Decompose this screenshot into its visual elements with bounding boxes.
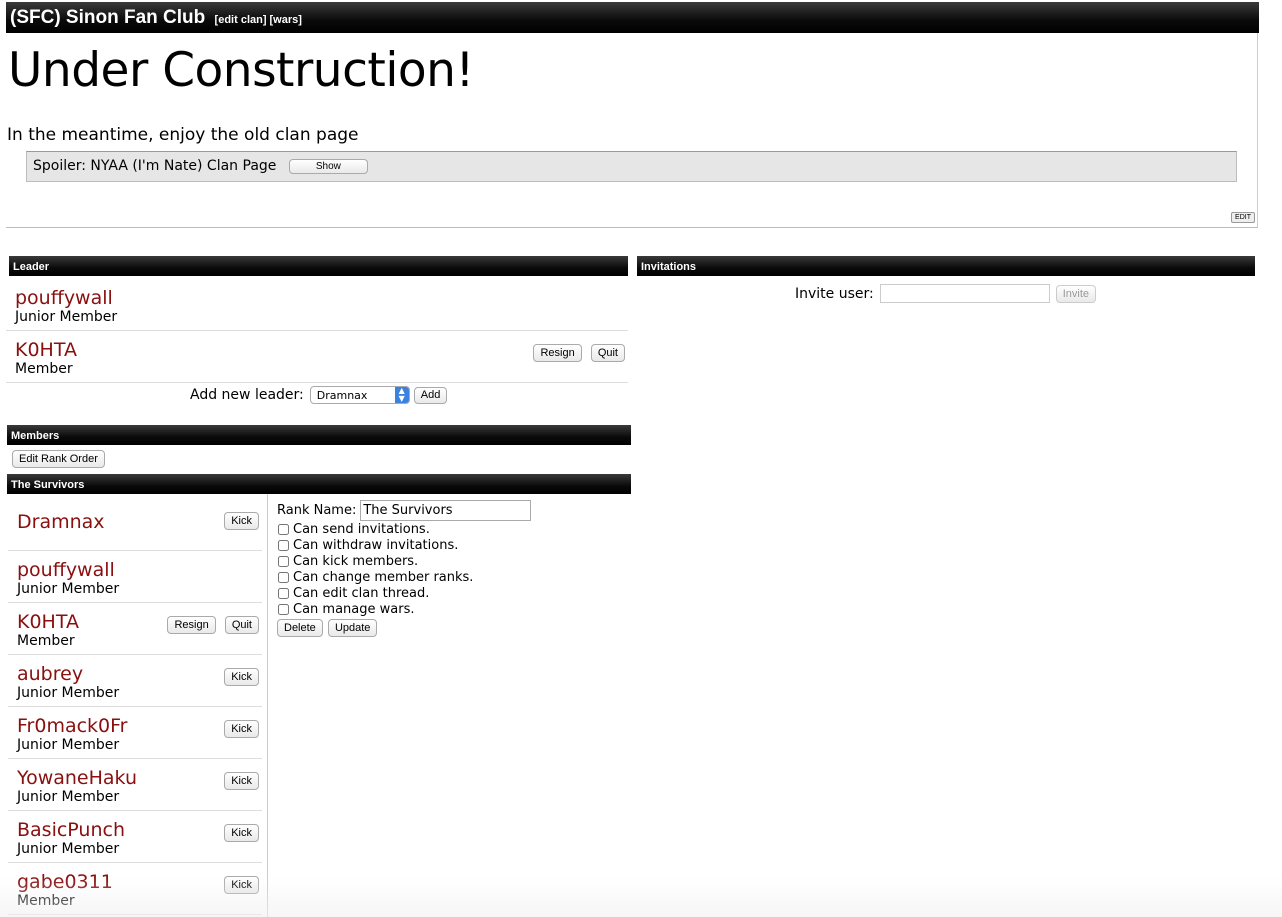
member-rank: Member: [17, 893, 75, 909]
wars-link[interactable]: [wars]: [270, 14, 302, 26]
permission-row: Can kick members.: [277, 553, 531, 569]
member-name[interactable]: BasicPunch: [17, 819, 125, 841]
member-rank: Junior Member: [17, 789, 120, 805]
add-leader-select-value: Dramnax: [316, 389, 368, 402]
kick-button[interactable]: Kick: [224, 668, 259, 686]
rank-name-row: Rank Name:: [277, 499, 532, 521]
member-rank: Junior Member: [15, 309, 118, 325]
edit-thread-button[interactable]: EDIT: [1231, 212, 1255, 223]
resign-button[interactable]: Resign: [167, 616, 216, 634]
member-rank: Junior Member: [17, 841, 120, 857]
member-rank: Junior Member: [17, 685, 120, 701]
permission-change-ranks-checkbox[interactable]: [278, 571, 289, 583]
resign-button[interactable]: Resign: [533, 344, 582, 362]
rank-member-row: YowaneHaku Junior Member Kick: [8, 759, 262, 811]
rank-name-label: Rank Name:: [277, 502, 357, 518]
edit-rank-order-button[interactable]: Edit Rank Order: [12, 450, 105, 468]
permission-row: Can withdraw invitations.: [277, 537, 531, 553]
rank-settings-form: Rank Name: Can send invitations. Can wit…: [277, 499, 532, 637]
delete-rank-button[interactable]: Delete: [277, 619, 323, 637]
clan-page-panel: Under Construction! In the meantime, enj…: [6, 33, 1258, 228]
add-leader-select[interactable]: Dramnax ▲ ▼: [309, 386, 410, 404]
leader-row: K0HTA Member Resign Quit: [6, 331, 628, 383]
add-leader-button[interactable]: Add: [413, 386, 448, 404]
rank-member-row: K0HTA Member Resign Quit: [8, 603, 262, 655]
rank-member-row: aubrey Junior Member Kick: [8, 655, 262, 707]
permission-label: Can change member ranks.: [293, 569, 474, 585]
column-divider: [267, 494, 268, 917]
invite-user-input[interactable]: [879, 284, 1050, 303]
invite-label: Invite user:: [795, 285, 874, 302]
under-construction-heading: Under Construction!: [8, 43, 474, 98]
invitations-section-title: Invitations: [641, 261, 697, 273]
permission-withdraw-invitations-checkbox[interactable]: [278, 539, 289, 551]
spoiler-label: Spoiler: NYAA (I'm Nate) Clan Page: [33, 158, 277, 174]
rank-member-row: Dramnax Kick: [8, 499, 262, 551]
rank-member-row: pouffywall Junior Member: [8, 551, 262, 603]
rank-name-input[interactable]: [360, 499, 532, 521]
invitations-section-header: Invitations: [637, 256, 1255, 276]
member-name[interactable]: Dramnax: [17, 511, 105, 533]
member-name[interactable]: YowaneHaku: [17, 767, 137, 789]
update-rank-button[interactable]: Update: [327, 619, 378, 637]
rank-form-buttons: Delete Update: [277, 619, 531, 637]
spoiler-show-button[interactable]: Show: [288, 158, 368, 174]
member-name[interactable]: pouffywall: [15, 287, 113, 309]
members-section-title: Members: [11, 430, 60, 442]
member-rank: Member: [17, 633, 75, 649]
rank-member-row: gabe0311 Member Kick: [8, 863, 262, 915]
quit-button[interactable]: Quit: [590, 344, 625, 362]
kick-button[interactable]: Kick: [224, 720, 259, 738]
rank-member-row: Fr0mack0Fr Junior Member Kick: [8, 707, 262, 759]
permission-edit-thread-checkbox[interactable]: [278, 587, 289, 599]
clan-title-bar: (SFC) Sinon Fan Club [edit clan] [wars]: [6, 2, 1259, 33]
spoiler-box: Spoiler: NYAA (I'm Nate) Clan Page Show: [26, 151, 1237, 182]
rank-member-row: BasicPunch Junior Member Kick: [8, 811, 262, 863]
permission-label: Can withdraw invitations.: [293, 537, 459, 553]
kick-button[interactable]: Kick: [224, 772, 259, 790]
member-name[interactable]: K0HTA: [17, 611, 79, 633]
leader-section-title: Leader: [13, 261, 50, 273]
member-rank: Member: [15, 361, 73, 377]
clan-title: (SFC) Sinon Fan Club: [10, 7, 206, 28]
permission-send-invitations-checkbox[interactable]: [278, 523, 289, 535]
permission-row: Can edit clan thread.: [277, 585, 531, 601]
edit-clan-link[interactable]: [edit clan]: [215, 14, 267, 26]
leader-row: pouffywall Junior Member: [6, 279, 628, 331]
add-leader-label: Add new leader:: [190, 387, 304, 403]
permission-label: Can send invitations.: [293, 521, 430, 537]
kick-button[interactable]: Kick: [224, 512, 259, 530]
permission-kick-members-checkbox[interactable]: [278, 555, 289, 567]
permission-label: Can kick members.: [293, 553, 419, 569]
permission-row: Can change member ranks.: [277, 569, 531, 585]
invite-button[interactable]: Invite: [1055, 284, 1097, 303]
member-name[interactable]: gabe0311: [17, 871, 113, 893]
member-rank: Junior Member: [17, 737, 120, 753]
meantime-text: In the meantime, enjoy the old clan page: [7, 125, 359, 145]
invite-row: Invite user: Invite: [795, 284, 1097, 303]
permission-label: Can edit clan thread.: [293, 585, 430, 601]
member-name[interactable]: Fr0mack0Fr: [17, 715, 128, 737]
permission-manage-wars-checkbox[interactable]: [278, 603, 289, 615]
member-name[interactable]: pouffywall: [17, 559, 115, 581]
member-rank: Junior Member: [17, 581, 120, 597]
member-name[interactable]: aubrey: [17, 663, 83, 685]
leader-section-header: Leader: [9, 256, 628, 276]
permission-row: Can send invitations.: [277, 521, 531, 537]
permission-label: Can manage wars.: [293, 601, 415, 617]
members-section-header: Members: [7, 425, 631, 445]
rank-section-title: The Survivors: [11, 479, 85, 491]
rank-section-header: The Survivors: [7, 474, 631, 494]
add-leader-row: Add new leader: Dramnax ▲ ▼ Add: [190, 386, 448, 404]
kick-button[interactable]: Kick: [224, 824, 259, 842]
kick-button[interactable]: Kick: [224, 876, 259, 894]
permission-row: Can manage wars.: [277, 601, 531, 617]
member-name[interactable]: K0HTA: [15, 339, 77, 361]
quit-button[interactable]: Quit: [224, 616, 259, 634]
select-arrows-icon: ▲ ▼: [394, 387, 409, 403]
